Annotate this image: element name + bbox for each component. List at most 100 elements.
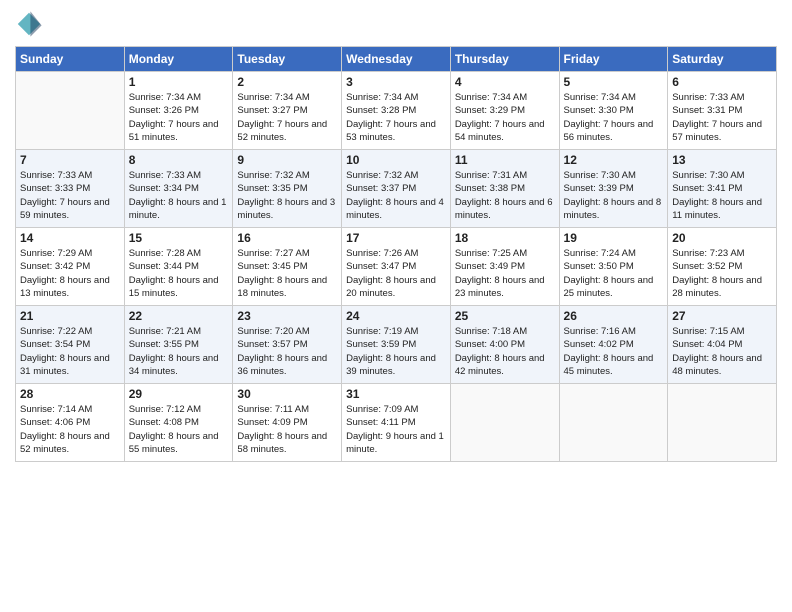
week-row-3: 14 Sunrise: 7:29 AM Sunset: 3:42 PM Dayl… — [16, 228, 777, 306]
daylight: Daylight: 8 hours and 4 minutes. — [346, 196, 446, 223]
day-cell: 2 Sunrise: 7:34 AM Sunset: 3:27 PM Dayli… — [233, 72, 342, 150]
day-cell: 9 Sunrise: 7:32 AM Sunset: 3:35 PM Dayli… — [233, 150, 342, 228]
day-number: 11 — [455, 153, 555, 167]
daylight: Daylight: 8 hours and 45 minutes. — [564, 352, 664, 379]
daylight: Daylight: 8 hours and 18 minutes. — [237, 274, 337, 301]
sunset: Sunset: 3:35 PM — [237, 182, 337, 195]
day-cell: 19 Sunrise: 7:24 AM Sunset: 3:50 PM Dayl… — [559, 228, 668, 306]
day-number: 16 — [237, 231, 337, 245]
daylight: Daylight: 8 hours and 6 minutes. — [455, 196, 555, 223]
sunset: Sunset: 3:37 PM — [346, 182, 446, 195]
sunset: Sunset: 3:27 PM — [237, 104, 337, 117]
sunrise: Sunrise: 7:34 AM — [346, 91, 446, 104]
day-number: 7 — [20, 153, 120, 167]
sunrise: Sunrise: 7:28 AM — [129, 247, 229, 260]
day-cell: 20 Sunrise: 7:23 AM Sunset: 3:52 PM Dayl… — [668, 228, 777, 306]
sunrise: Sunrise: 7:32 AM — [346, 169, 446, 182]
day-cell: 27 Sunrise: 7:15 AM Sunset: 4:04 PM Dayl… — [668, 306, 777, 384]
day-info: Sunrise: 7:14 AM Sunset: 4:06 PM Dayligh… — [20, 403, 120, 456]
day-cell: 28 Sunrise: 7:14 AM Sunset: 4:06 PM Dayl… — [16, 384, 125, 462]
header-cell-monday: Monday — [124, 47, 233, 72]
sunrise: Sunrise: 7:34 AM — [129, 91, 229, 104]
daylight: Daylight: 8 hours and 55 minutes. — [129, 430, 229, 457]
day-info: Sunrise: 7:27 AM Sunset: 3:45 PM Dayligh… — [237, 247, 337, 300]
daylight: Daylight: 8 hours and 13 minutes. — [20, 274, 120, 301]
daylight: Daylight: 8 hours and 8 minutes. — [564, 196, 664, 223]
day-number: 20 — [672, 231, 772, 245]
week-row-5: 28 Sunrise: 7:14 AM Sunset: 4:06 PM Dayl… — [16, 384, 777, 462]
sunrise: Sunrise: 7:22 AM — [20, 325, 120, 338]
day-cell: 8 Sunrise: 7:33 AM Sunset: 3:34 PM Dayli… — [124, 150, 233, 228]
day-info: Sunrise: 7:34 AM Sunset: 3:30 PM Dayligh… — [564, 91, 664, 144]
daylight: Daylight: 8 hours and 15 minutes. — [129, 274, 229, 301]
day-number: 3 — [346, 75, 446, 89]
sunrise: Sunrise: 7:25 AM — [455, 247, 555, 260]
day-info: Sunrise: 7:30 AM Sunset: 3:41 PM Dayligh… — [672, 169, 772, 222]
sunrise: Sunrise: 7:27 AM — [237, 247, 337, 260]
day-number: 18 — [455, 231, 555, 245]
sunset: Sunset: 3:49 PM — [455, 260, 555, 273]
sunset: Sunset: 4:08 PM — [129, 416, 229, 429]
sunrise: Sunrise: 7:26 AM — [346, 247, 446, 260]
sunset: Sunset: 3:33 PM — [20, 182, 120, 195]
daylight: Daylight: 7 hours and 59 minutes. — [20, 196, 120, 223]
day-info: Sunrise: 7:34 AM Sunset: 3:28 PM Dayligh… — [346, 91, 446, 144]
day-cell — [16, 72, 125, 150]
header-cell-saturday: Saturday — [668, 47, 777, 72]
day-info: Sunrise: 7:20 AM Sunset: 3:57 PM Dayligh… — [237, 325, 337, 378]
daylight: Daylight: 8 hours and 36 minutes. — [237, 352, 337, 379]
sunset: Sunset: 3:54 PM — [20, 338, 120, 351]
sunrise: Sunrise: 7:24 AM — [564, 247, 664, 260]
sunrise: Sunrise: 7:18 AM — [455, 325, 555, 338]
page: SundayMondayTuesdayWednesdayThursdayFrid… — [0, 0, 792, 612]
day-info: Sunrise: 7:33 AM Sunset: 3:34 PM Dayligh… — [129, 169, 229, 222]
day-info: Sunrise: 7:12 AM Sunset: 4:08 PM Dayligh… — [129, 403, 229, 456]
day-info: Sunrise: 7:34 AM Sunset: 3:26 PM Dayligh… — [129, 91, 229, 144]
day-cell: 25 Sunrise: 7:18 AM Sunset: 4:00 PM Dayl… — [450, 306, 559, 384]
day-info: Sunrise: 7:11 AM Sunset: 4:09 PM Dayligh… — [237, 403, 337, 456]
daylight: Daylight: 8 hours and 34 minutes. — [129, 352, 229, 379]
logo — [15, 10, 47, 38]
day-info: Sunrise: 7:34 AM Sunset: 3:27 PM Dayligh… — [237, 91, 337, 144]
sunset: Sunset: 3:59 PM — [346, 338, 446, 351]
daylight: Daylight: 8 hours and 20 minutes. — [346, 274, 446, 301]
sunrise: Sunrise: 7:34 AM — [237, 91, 337, 104]
day-cell: 29 Sunrise: 7:12 AM Sunset: 4:08 PM Dayl… — [124, 384, 233, 462]
day-number: 29 — [129, 387, 229, 401]
sunrise: Sunrise: 7:20 AM — [237, 325, 337, 338]
header-cell-thursday: Thursday — [450, 47, 559, 72]
day-cell — [559, 384, 668, 462]
day-number: 31 — [346, 387, 446, 401]
header-cell-wednesday: Wednesday — [342, 47, 451, 72]
day-info: Sunrise: 7:15 AM Sunset: 4:04 PM Dayligh… — [672, 325, 772, 378]
day-cell — [668, 384, 777, 462]
header-row: SundayMondayTuesdayWednesdayThursdayFrid… — [16, 47, 777, 72]
sunrise: Sunrise: 7:19 AM — [346, 325, 446, 338]
day-info: Sunrise: 7:18 AM Sunset: 4:00 PM Dayligh… — [455, 325, 555, 378]
daylight: Daylight: 8 hours and 28 minutes. — [672, 274, 772, 301]
day-info: Sunrise: 7:24 AM Sunset: 3:50 PM Dayligh… — [564, 247, 664, 300]
day-info: Sunrise: 7:31 AM Sunset: 3:38 PM Dayligh… — [455, 169, 555, 222]
sunset: Sunset: 3:42 PM — [20, 260, 120, 273]
sunset: Sunset: 3:47 PM — [346, 260, 446, 273]
sunrise: Sunrise: 7:23 AM — [672, 247, 772, 260]
day-number: 14 — [20, 231, 120, 245]
day-number: 6 — [672, 75, 772, 89]
sunset: Sunset: 3:34 PM — [129, 182, 229, 195]
sunrise: Sunrise: 7:33 AM — [672, 91, 772, 104]
sunrise: Sunrise: 7:33 AM — [129, 169, 229, 182]
sunset: Sunset: 3:26 PM — [129, 104, 229, 117]
daylight: Daylight: 8 hours and 58 minutes. — [237, 430, 337, 457]
day-number: 27 — [672, 309, 772, 323]
sunrise: Sunrise: 7:16 AM — [564, 325, 664, 338]
day-cell: 26 Sunrise: 7:16 AM Sunset: 4:02 PM Dayl… — [559, 306, 668, 384]
day-cell — [450, 384, 559, 462]
day-info: Sunrise: 7:30 AM Sunset: 3:39 PM Dayligh… — [564, 169, 664, 222]
daylight: Daylight: 8 hours and 25 minutes. — [564, 274, 664, 301]
daylight: Daylight: 7 hours and 53 minutes. — [346, 118, 446, 145]
sunset: Sunset: 4:00 PM — [455, 338, 555, 351]
sunrise: Sunrise: 7:34 AM — [564, 91, 664, 104]
day-info: Sunrise: 7:21 AM Sunset: 3:55 PM Dayligh… — [129, 325, 229, 378]
daylight: Daylight: 7 hours and 51 minutes. — [129, 118, 229, 145]
day-info: Sunrise: 7:33 AM Sunset: 3:33 PM Dayligh… — [20, 169, 120, 222]
